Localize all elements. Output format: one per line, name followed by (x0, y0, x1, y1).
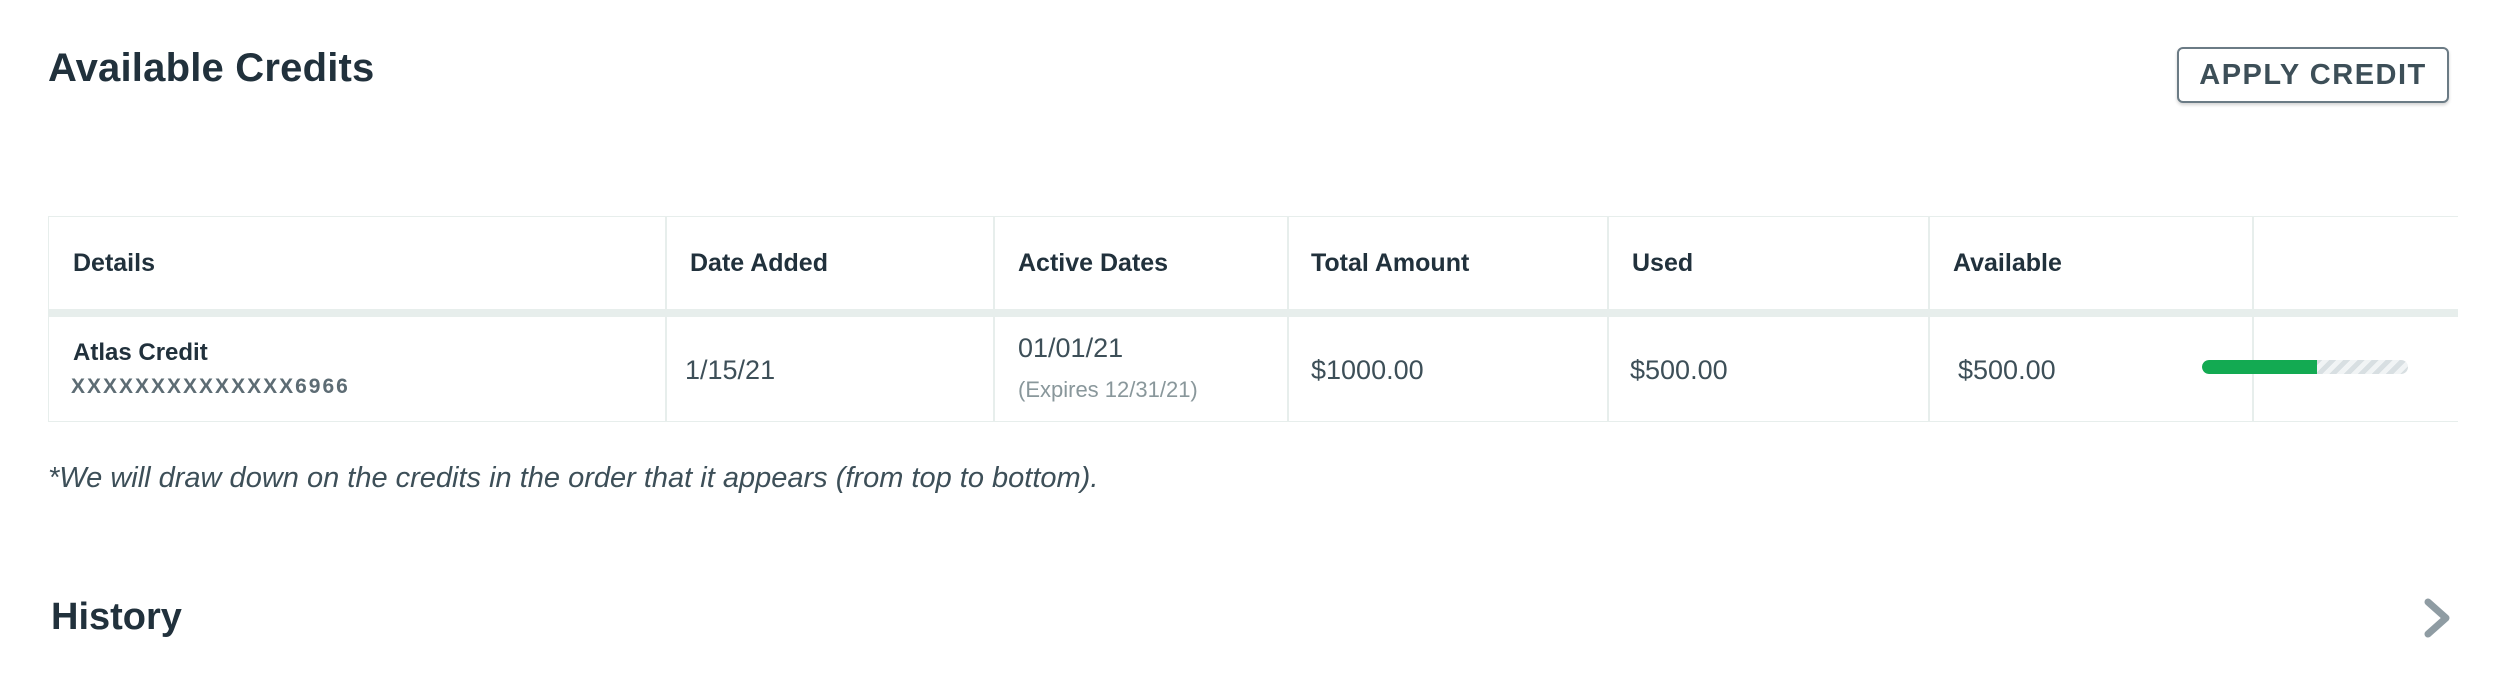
header-active-dates[interactable]: Active Dates (1018, 217, 1168, 309)
credit-usage-bar (2202, 360, 2408, 374)
total-amount: $1000.00 (1311, 355, 1424, 385)
chevron-right-icon[interactable] (2418, 596, 2458, 640)
draw-down-note: *We will draw down on the credits in the… (48, 462, 1099, 494)
credit-usage-fill (2202, 360, 2318, 374)
header-used[interactable]: Used (1632, 217, 1693, 309)
header-date-added[interactable]: Date Added (690, 217, 828, 309)
credit-id: XXXXXXXXXXXXXX6966 (71, 375, 350, 398)
header-total-amount[interactable]: Total Amount (1311, 217, 1469, 309)
header-available[interactable]: Available (1953, 217, 2062, 309)
apply-credit-button[interactable]: APPLY CREDIT (2177, 47, 2449, 103)
available-credits-title: Available Credits (48, 46, 375, 90)
credits-table: Details Date Added Active Dates Total Am… (48, 216, 2458, 422)
table-header: Details Date Added Active Dates Total Am… (49, 217, 2458, 317)
available-amount: $500.00 (1958, 355, 2056, 385)
header-details[interactable]: Details (73, 217, 155, 309)
active-start-date: 01/01/21 (1018, 333, 1124, 363)
table-row: Atlas Credit XXXXXXXXXXXXXX6966 1/15/21 … (49, 317, 2458, 421)
billing-credits-page: Available Credits APPLY CREDIT Details D… (0, 0, 2508, 676)
credit-name: Atlas Credit (73, 339, 208, 366)
history-title[interactable]: History (51, 596, 182, 639)
used-amount: $500.00 (1630, 355, 1728, 385)
date-added: 1/15/21 (685, 355, 776, 385)
expiry-date: (Expires 12/31/21) (1018, 377, 1198, 402)
